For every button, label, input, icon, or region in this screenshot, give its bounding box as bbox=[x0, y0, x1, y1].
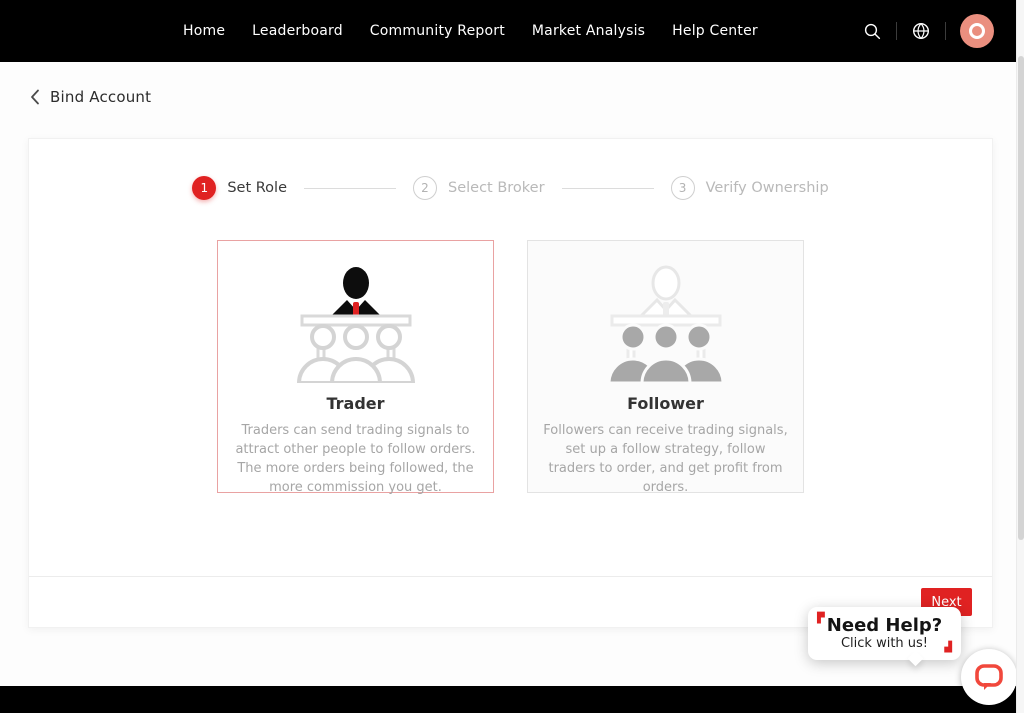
role-title-follower: Follower bbox=[528, 394, 803, 413]
step-verify-ownership: 3 Verify Ownership bbox=[671, 176, 829, 200]
chevron-left-icon bbox=[30, 89, 40, 105]
nav-item-community-report[interactable]: Community Report bbox=[370, 23, 505, 39]
nav-item-market-analysis[interactable]: Market Analysis bbox=[532, 23, 645, 39]
footer-bar bbox=[0, 686, 1024, 713]
nav-menu: Home Leaderboard Community Report Market… bbox=[183, 23, 758, 39]
follower-icon bbox=[528, 261, 803, 383]
top-nav: Home Leaderboard Community Report Market… bbox=[0, 0, 1024, 62]
step-label: Set Role bbox=[227, 180, 287, 196]
role-card-trader[interactable]: Trader Traders can send trading signals … bbox=[217, 240, 494, 493]
scrollbar-track[interactable] bbox=[1016, 0, 1024, 713]
role-options: Trader Traders can send trading signals … bbox=[29, 240, 992, 493]
nav-divider bbox=[945, 22, 946, 40]
trader-icon bbox=[218, 261, 493, 383]
step-number-badge: 3 bbox=[671, 176, 695, 200]
role-description-follower: Followers can receive trading signals, s… bbox=[541, 422, 790, 497]
stepper-connector bbox=[562, 188, 654, 189]
chat-bubble-icon bbox=[973, 662, 1005, 693]
globe-icon[interactable] bbox=[909, 19, 933, 43]
step-number-badge: 2 bbox=[413, 176, 437, 200]
need-help-tooltip[interactable]: ▛ Need Help? Click with us! ▟ bbox=[808, 607, 961, 660]
back-link[interactable]: Bind Account bbox=[30, 88, 151, 106]
help-subtitle: Click with us! bbox=[841, 636, 928, 651]
step-label: Verify Ownership bbox=[706, 180, 829, 196]
avatar-placeholder-icon bbox=[969, 23, 985, 39]
tooltip-tail bbox=[908, 651, 924, 667]
corner-mark-icon: ▛ bbox=[817, 614, 825, 624]
live-chat-button[interactable] bbox=[961, 649, 1017, 705]
nav-right-controls bbox=[860, 0, 994, 62]
step-select-broker: 2 Select Broker bbox=[413, 176, 545, 200]
page-title: Bind Account bbox=[50, 88, 151, 106]
nav-divider bbox=[896, 22, 897, 40]
stepper: 1 Set Role 2 Select Broker 3 Verify Owne… bbox=[29, 139, 992, 200]
step-number-badge: 1 bbox=[192, 176, 216, 200]
role-description-trader: Traders can send trading signals to attr… bbox=[231, 422, 480, 497]
role-title-trader: Trader bbox=[218, 394, 493, 413]
step-set-role: 1 Set Role bbox=[192, 176, 287, 200]
bind-account-card: 1 Set Role 2 Select Broker 3 Verify Owne… bbox=[28, 138, 993, 628]
nav-item-home[interactable]: Home bbox=[183, 23, 225, 39]
search-icon[interactable] bbox=[860, 19, 884, 43]
help-title: Need Help? bbox=[827, 616, 942, 636]
scrollbar-thumb[interactable] bbox=[1018, 56, 1024, 540]
corner-mark-icon: ▟ bbox=[944, 643, 952, 653]
role-card-follower[interactable]: Follower Followers can receive trading s… bbox=[527, 240, 804, 493]
nav-item-leaderboard[interactable]: Leaderboard bbox=[252, 23, 343, 39]
nav-item-help-center[interactable]: Help Center bbox=[672, 23, 758, 39]
stepper-connector bbox=[304, 188, 396, 189]
avatar[interactable] bbox=[960, 14, 994, 48]
step-label: Select Broker bbox=[448, 180, 545, 196]
